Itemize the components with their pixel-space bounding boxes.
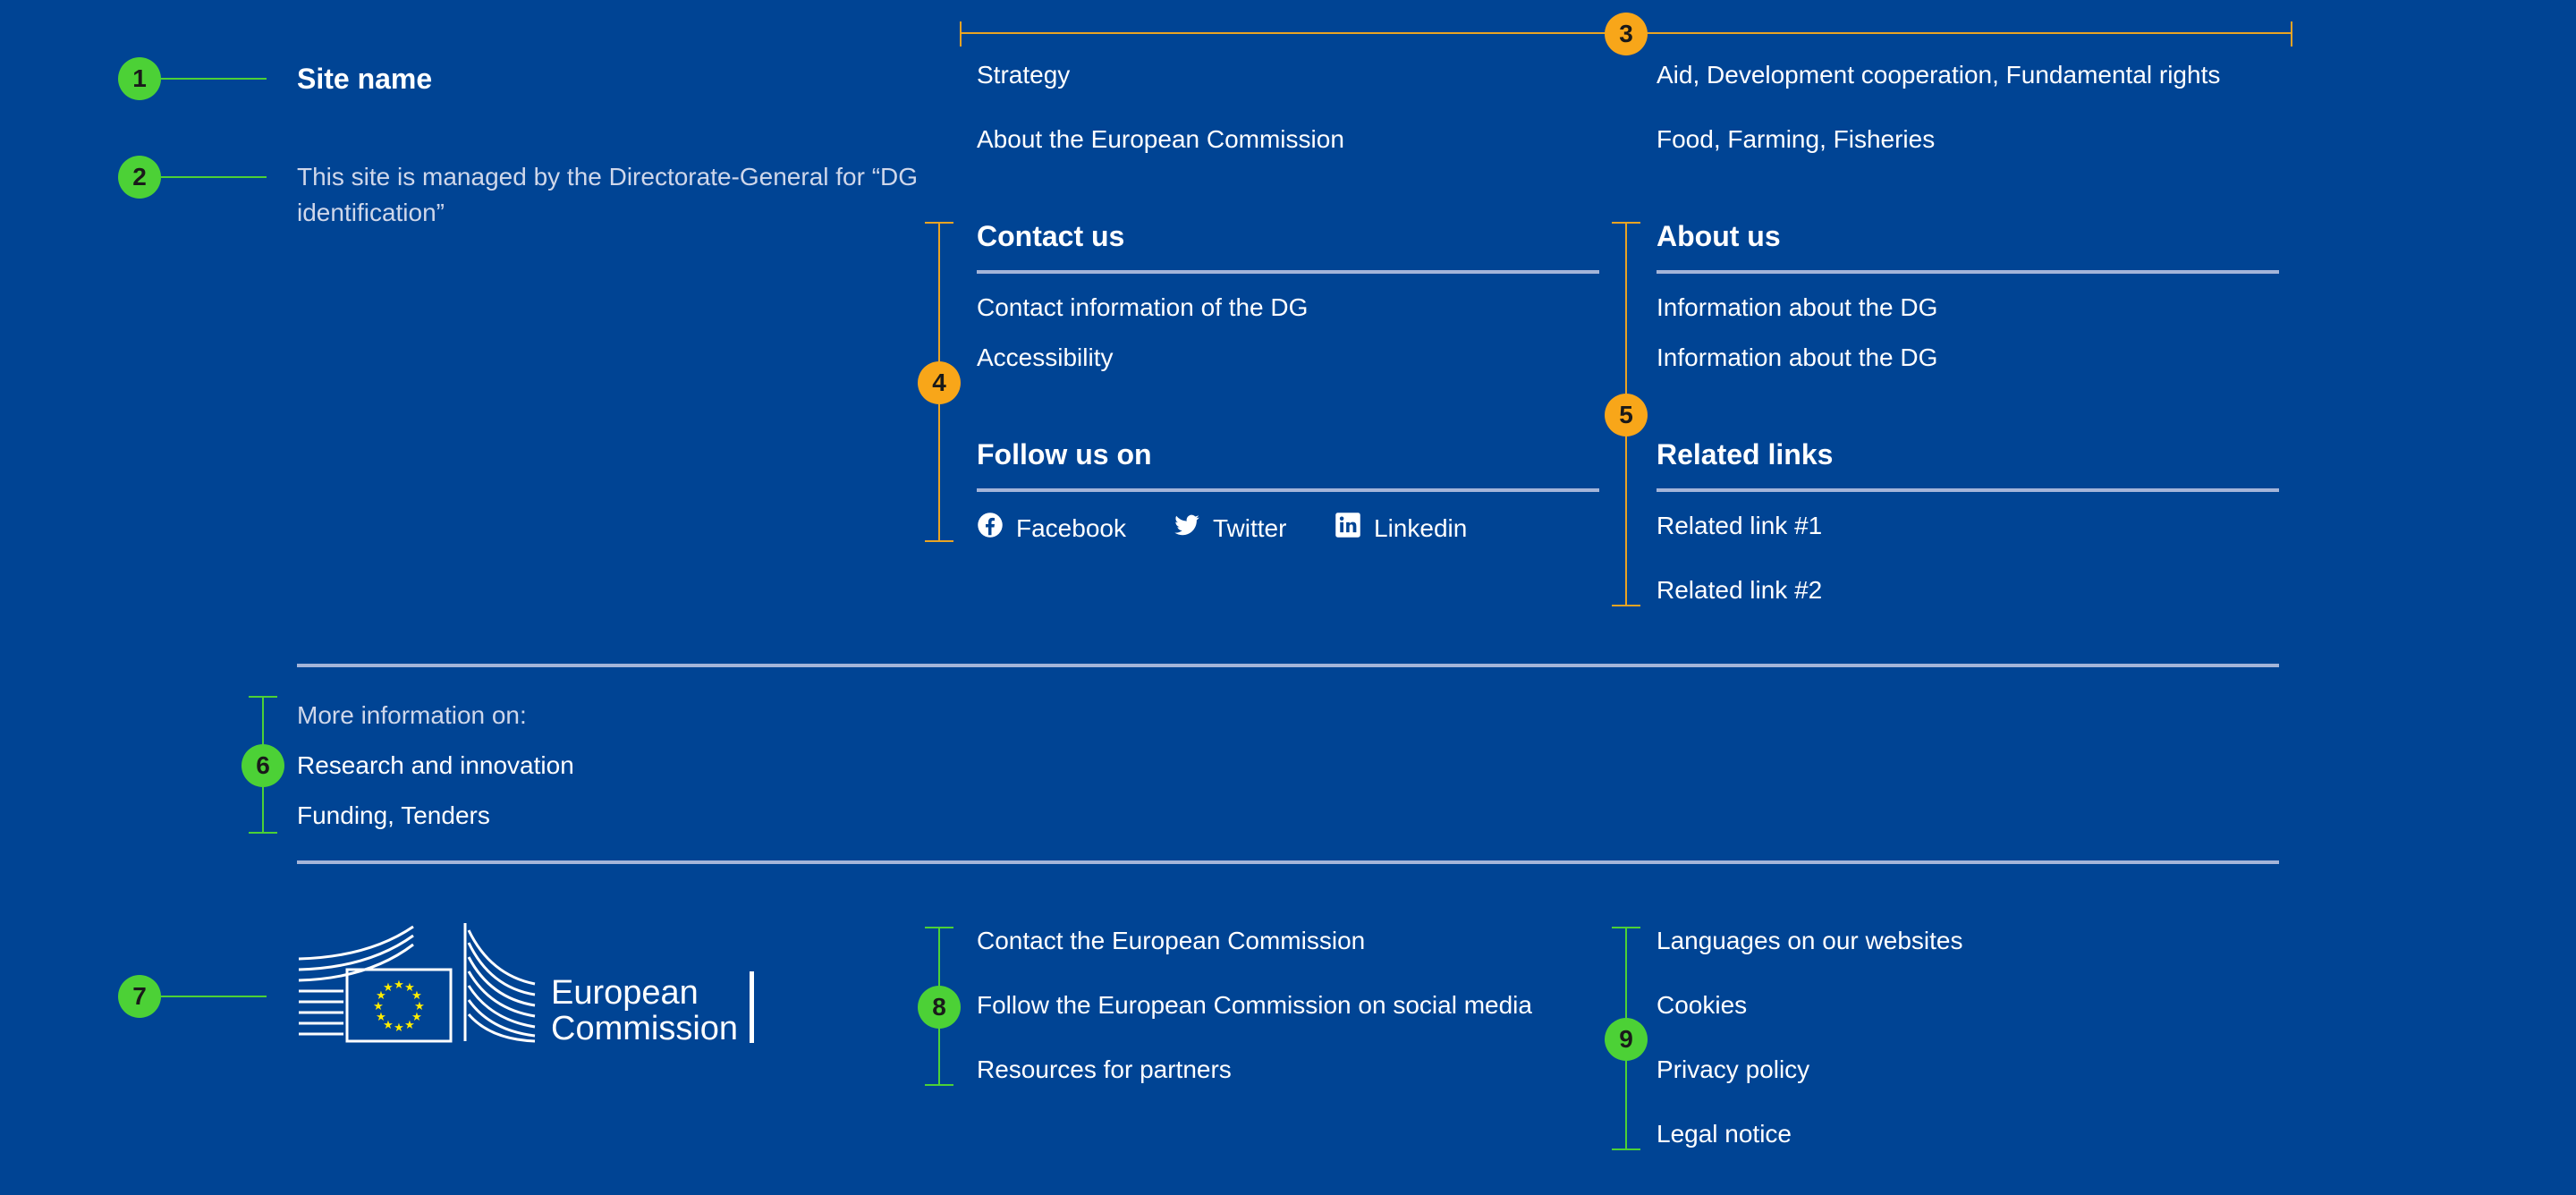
marker-7: 7 [118,975,161,1018]
svg-text:★: ★ [404,1019,415,1032]
guide-cap-3b [2291,21,2292,47]
guide-cap-5a [1612,222,1640,224]
social-link-facebook[interactable]: Facebook [977,512,1126,545]
marker-6: 6 [242,744,284,787]
guide-line-1 [161,78,267,80]
guide-cap-9a [1612,927,1640,928]
link-about-dg-2[interactable]: Information about the DG [1657,343,1937,372]
site-name: Site name [297,63,433,95]
social-link-linkedin[interactable]: Linkedin [1335,512,1467,545]
link-follow-ec-social-media[interactable]: Follow the European Commission on social… [977,991,1532,1020]
link-legal-notice[interactable]: Legal notice [1657,1120,1792,1148]
linkedin-icon [1335,512,1361,545]
svg-text:★: ★ [394,979,404,992]
related-section-title: Related links [1657,438,1834,470]
contact-divider [977,270,1599,274]
social-label: Linkedin [1374,513,1468,542]
link-funding-tenders[interactable]: Funding, Tenders [297,801,490,830]
link-accessibility[interactable]: Accessibility [977,343,1113,372]
follow-divider [977,488,1599,492]
guide-cap-3a [960,21,962,47]
guide-cap-8b [925,1084,953,1086]
guide-cap-4b [925,540,953,542]
marker-8: 8 [918,986,961,1029]
ec-building-icon [463,923,536,1043]
link-contact-information[interactable]: Contact information of the DG [977,293,1308,322]
social-label: Twitter [1213,513,1287,542]
svg-text:★: ★ [394,1021,404,1035]
link-related-1[interactable]: Related link #1 [1657,512,1822,540]
link-research-innovation[interactable]: Research and innovation [297,751,574,780]
marker-2: 2 [118,156,161,199]
link-food-farming-fisheries[interactable]: Food, Farming, Fisheries [1657,125,1935,154]
facebook-icon [977,512,1004,545]
marker-9: 9 [1605,1018,1648,1061]
svg-text:★: ★ [383,981,394,995]
social-label: Facebook [1016,513,1126,542]
more-info-label: More information on: [297,701,527,729]
twitter-icon [1174,512,1200,545]
more-info-divider-bottom [297,860,2279,864]
marker-1: 1 [118,57,161,100]
guide-cap-6a [249,696,277,698]
guide-line-7 [161,996,267,997]
link-cookies[interactable]: Cookies [1657,991,1747,1020]
link-contact-european-commission[interactable]: Contact the European Commission [977,927,1365,955]
social-link-twitter[interactable]: Twitter [1174,512,1286,545]
related-divider [1657,488,2279,492]
marker-3: 3 [1605,13,1648,55]
link-about-european-commission[interactable]: About the European Commission [977,125,1344,154]
guide-cap-8a [925,927,953,928]
guide-cap-9b [1612,1148,1640,1150]
marker-4: 4 [918,361,961,404]
link-aid-development-rights[interactable]: Aid, Development cooperation, Fundamenta… [1657,61,2220,89]
link-about-dg-1[interactable]: Information about the DG [1657,293,1937,322]
link-strategy[interactable]: Strategy [977,61,1070,89]
contact-section-title: Contact us [977,220,1125,252]
guide-cap-6b [249,832,277,834]
link-resources-for-partners[interactable]: Resources for partners [977,1055,1232,1084]
guide-line-2 [161,176,267,178]
link-languages[interactable]: Languages on our websites [1657,927,1962,955]
logo-separator [750,971,754,1043]
more-info-divider-top [297,664,2279,667]
about-divider [1657,270,2279,274]
follow-section-title: Follow us on [977,438,1152,470]
link-related-2[interactable]: Related link #2 [1657,576,1822,605]
logo-text-european: European [551,974,699,1012]
logo-text-commission: Commission [551,1010,739,1047]
site-managed-text: This site is managed by the Directorate-… [297,163,919,226]
about-section-title: About us [1657,220,1781,252]
marker-5: 5 [1605,394,1648,436]
link-privacy-policy[interactable]: Privacy policy [1657,1055,1809,1084]
guide-cap-5b [1612,605,1640,606]
ec-building-flag-icon: ★ ★ ★ ★ ★ ★ ★ ★ ★ ★ ★ ★ [298,925,453,1043]
european-commission-logo[interactable]: ★ ★ ★ ★ ★ ★ ★ ★ ★ ★ ★ ★ European Commiss… [297,921,762,1047]
